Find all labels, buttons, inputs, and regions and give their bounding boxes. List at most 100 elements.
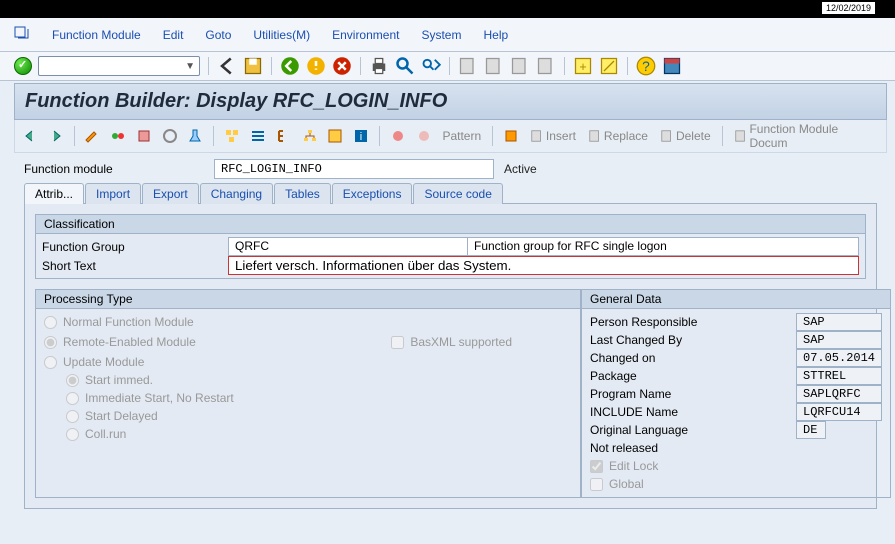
include-label: INCLUDE Name	[590, 403, 796, 421]
nav-back-icon[interactable]	[19, 125, 41, 147]
pattern-button[interactable]: Pattern	[438, 125, 485, 147]
pretty-printer-icon[interactable]	[500, 125, 522, 147]
menu-goto[interactable]: Goto	[205, 28, 231, 42]
separator	[74, 126, 75, 146]
radio-start-immed-input	[66, 374, 79, 387]
replace-button[interactable]: Replace	[584, 125, 652, 147]
save-icon[interactable]	[243, 56, 263, 76]
radio-immed-no-restart-input	[66, 392, 79, 405]
standard-toolbar: ▼ + ?	[0, 52, 895, 81]
dropdown-arrow-icon[interactable]: ▼	[185, 61, 195, 72]
radio-coll-run-label: Coll.run	[85, 427, 126, 441]
svg-text:?: ?	[642, 59, 650, 74]
nav-tree-icon[interactable]	[273, 125, 295, 147]
prev-page-icon[interactable]	[484, 56, 504, 76]
other-object-icon[interactable]	[107, 125, 129, 147]
fullscreen-icon[interactable]	[324, 125, 346, 147]
global-row: Global	[590, 475, 882, 493]
where-used-icon[interactable]	[221, 125, 243, 147]
edit-lock-checkbox	[590, 460, 603, 473]
delete-label: Delete	[676, 129, 711, 143]
changed-on-value: 07.05.2014	[796, 349, 882, 367]
exit-icon[interactable]	[306, 56, 326, 76]
hierarchy-icon[interactable]	[299, 125, 321, 147]
print-icon[interactable]	[369, 56, 389, 76]
find-icon[interactable]	[395, 56, 415, 76]
radio-start-delayed: Start Delayed	[44, 407, 572, 425]
radio-normal-fm: Normal Function Module	[44, 313, 572, 331]
activate-icon[interactable]	[159, 125, 181, 147]
breakpoint-icon[interactable]	[387, 125, 409, 147]
tab-tables[interactable]: Tables	[274, 183, 331, 204]
tab-attributes[interactable]: Attrib...	[24, 183, 84, 204]
insert-button[interactable]: Insert	[526, 125, 580, 147]
menu-dropdown-icon[interactable]	[14, 26, 30, 43]
back-nav-icon[interactable]	[280, 56, 300, 76]
menu-utilities[interactable]: Utilities(M)	[253, 28, 310, 42]
radio-start-immed-label: Start immed.	[85, 373, 153, 387]
delete-button[interactable]: Delete	[656, 125, 715, 147]
help-doc-icon[interactable]: i	[350, 125, 372, 147]
menu-environment[interactable]: Environment	[332, 28, 399, 42]
svg-text:+: +	[579, 60, 586, 74]
status-active: Active	[504, 162, 537, 176]
fm-doc-label: Function Module Docum	[749, 122, 878, 150]
function-group-value: QRFC	[228, 237, 468, 256]
display-change-icon[interactable]	[82, 125, 104, 147]
back-icon[interactable]	[217, 56, 237, 76]
tab-import[interactable]: Import	[85, 183, 141, 204]
first-page-icon[interactable]	[458, 56, 478, 76]
package-label: Package	[590, 367, 796, 385]
separator	[213, 126, 214, 146]
radio-remote-input	[44, 336, 57, 349]
radio-start-delayed-label: Start Delayed	[85, 409, 158, 423]
radio-update-label: Update Module	[63, 355, 144, 369]
check-icon[interactable]	[133, 125, 155, 147]
radio-start-immed: Start immed.	[44, 371, 572, 389]
shortcut-icon[interactable]	[599, 56, 619, 76]
separator	[492, 126, 493, 146]
replace-label: Replace	[604, 129, 648, 143]
breakpoint-ext-icon[interactable]	[413, 125, 435, 147]
function-module-input[interactable]	[214, 159, 494, 179]
new-session-icon[interactable]: +	[573, 56, 593, 76]
edit-lock-label: Edit Lock	[609, 459, 658, 473]
last-page-icon[interactable]	[536, 56, 556, 76]
radio-remote-fm: Remote-Enabled Module BasXML supported	[44, 331, 572, 353]
program-label: Program Name	[590, 385, 796, 403]
tabstrip: Attrib... Import Export Changing Tables …	[24, 183, 877, 204]
next-page-icon[interactable]	[510, 56, 530, 76]
svg-text:i: i	[360, 131, 362, 143]
menu-help[interactable]: Help	[483, 28, 508, 42]
object-list-icon[interactable]	[247, 125, 269, 147]
fm-doc-button[interactable]: Function Module Docum	[730, 125, 882, 147]
menu-edit[interactable]: Edit	[163, 28, 184, 42]
menu-function-module[interactable]: Function Module	[52, 28, 141, 42]
separator	[627, 57, 628, 75]
separator	[208, 57, 209, 75]
short-text-input[interactable]	[228, 256, 859, 275]
package-value: STTREL	[796, 367, 882, 385]
layout-icon[interactable]	[662, 56, 682, 76]
cancel-icon[interactable]	[332, 56, 352, 76]
last-changed-value: SAP	[796, 331, 882, 349]
radio-immed-no-restart-label: Immediate Start, No Restart	[85, 391, 234, 405]
pattern-label: Pattern	[442, 129, 481, 143]
tab-exceptions[interactable]: Exceptions	[332, 183, 413, 204]
separator	[564, 57, 565, 75]
tab-changing[interactable]: Changing	[200, 183, 273, 204]
basxml-checkbox	[391, 336, 404, 349]
menu-system[interactable]: System	[421, 28, 461, 42]
menubar: Function Module Edit Goto Utilities(M) E…	[0, 18, 895, 52]
help-icon[interactable]: ?	[636, 56, 656, 76]
nav-forward-icon[interactable]	[45, 125, 67, 147]
find-next-icon[interactable]	[421, 56, 441, 76]
test-icon[interactable]	[185, 125, 207, 147]
page-title: Function Builder: Display RFC_LOGIN_INFO	[25, 90, 876, 113]
command-field[interactable]: ▼	[38, 56, 200, 76]
tab-source[interactable]: Source code	[413, 183, 502, 204]
classification-group: Classification Function Group QRFC Funct…	[35, 214, 866, 279]
radio-remote-label: Remote-Enabled Module	[63, 335, 196, 349]
enter-button[interactable]	[14, 57, 32, 75]
tab-export[interactable]: Export	[142, 183, 199, 204]
